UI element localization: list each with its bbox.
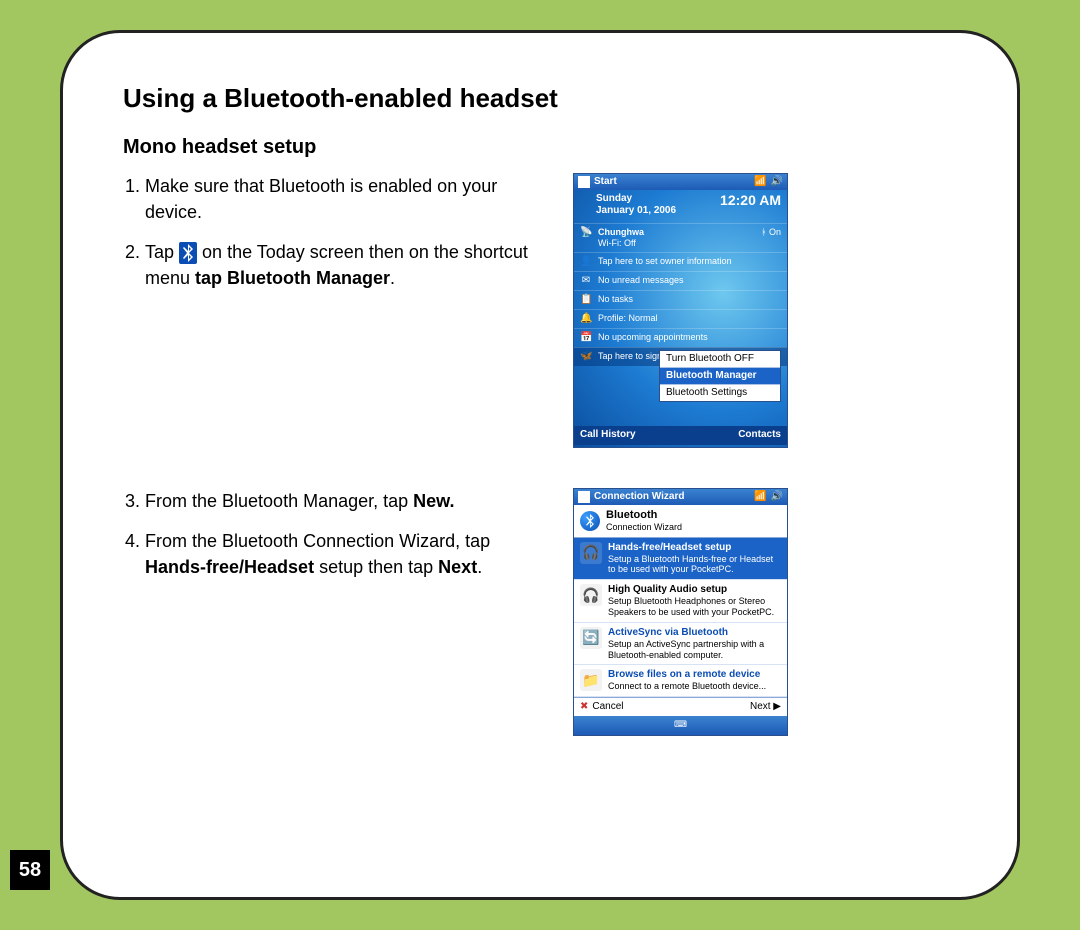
- wizard-header-title: Bluetooth: [606, 509, 682, 522]
- step-4-bold-1: Hands-free/Headset: [145, 557, 314, 577]
- wizard-item-hqaudio[interactable]: 🎧 High Quality Audio setup Setup Bluetoo…: [574, 580, 787, 623]
- wizard-hq-title: High Quality Audio setup: [608, 584, 781, 596]
- section-title: Mono headset setup: [123, 136, 957, 159]
- cancel-button[interactable]: Cancel: [580, 701, 624, 713]
- step-1: Make sure that Bluetooth is enabled on y…: [145, 173, 543, 225]
- wizard-header-sub: Connection Wizard: [606, 522, 682, 533]
- step-4-text-a: From the Bluetooth Connection Wizard, ta…: [145, 531, 490, 551]
- screenshot-today-screen: ⊞ Start 📶 🔊 Sunday January 01, 2006 12:2…: [573, 173, 788, 448]
- today-time: 12:20 AM: [720, 192, 781, 209]
- step-2-text-a: Tap: [145, 242, 179, 262]
- step-3-text: From the Bluetooth Manager, tap: [145, 491, 413, 511]
- titlebar-label-2: Connection Wizard: [594, 491, 684, 503]
- wizard-hf-title: Hands-free/Headset setup: [608, 542, 781, 554]
- wizard-as-desc: Setup an ActiveSync partnership with a B…: [608, 639, 781, 661]
- screenshot-connection-wizard: ⊞ Connection Wizard 📶 🔊 Bluetooth: [573, 488, 788, 736]
- windows-icon: ⊞: [578, 491, 590, 503]
- wizard-hf-desc: Setup a Bluetooth Hands-free or Headset …: [608, 554, 781, 576]
- owner-row: Tap here to set owner information: [598, 256, 732, 267]
- keyboard-icon[interactable]: ⌨: [674, 719, 687, 729]
- page-title: Using a Bluetooth-enabled headset: [123, 83, 957, 114]
- step-3-bold: New.: [413, 491, 454, 511]
- bluetooth-status-icon: ᚼ: [761, 227, 766, 237]
- tasks-row: No tasks: [598, 294, 633, 305]
- step-4-text-end: .: [477, 557, 482, 577]
- signal-icon: 📶: [754, 176, 766, 188]
- wizard-item-activesync[interactable]: 🔄 ActiveSync via Bluetooth Setup an Acti…: [574, 623, 787, 666]
- bluetooth-logo-icon: [580, 511, 600, 531]
- step-2-bold: tap Bluetooth Manager: [195, 268, 390, 288]
- calendar-icon: 📅: [580, 332, 592, 344]
- wizard-br-title: Browse files on a remote device: [608, 669, 766, 681]
- bluetooth-icon: [179, 242, 197, 264]
- step-4-text-mid: setup then tap: [319, 557, 438, 577]
- softkey-right[interactable]: Contacts: [738, 429, 781, 441]
- step-4-bold-2: Next: [438, 557, 477, 577]
- step-2-text-c: .: [390, 268, 395, 288]
- next-button[interactable]: Next ▶: [750, 701, 781, 713]
- appointments-row: No upcoming appointments: [598, 332, 708, 343]
- folder-icon: 📁: [580, 669, 602, 691]
- volume-icon: 🔊: [771, 491, 783, 503]
- wifi-status: Wi-Fi: Off: [598, 238, 755, 249]
- wizard-item-browse[interactable]: 📁 Browse files on a remote device Connec…: [574, 665, 787, 697]
- headset-icon: 🎧: [580, 542, 602, 564]
- step-2: Tap on the Today screen then on the shor…: [145, 239, 543, 291]
- messages-row: No unread messages: [598, 275, 684, 286]
- sync-icon: 🔄: [580, 627, 602, 649]
- step-4: From the Bluetooth Connection Wizard, ta…: [145, 528, 543, 580]
- wizard-hq-desc: Setup Bluetooth Headphones or Stereo Spe…: [608, 596, 781, 618]
- msn-icon: 🦋: [580, 351, 592, 363]
- page-number: 58: [10, 850, 50, 890]
- headphones-icon: 🎧: [580, 584, 602, 606]
- bluetooth-popup-menu: Turn Bluetooth OFF Bluetooth Manager Blu…: [659, 350, 781, 402]
- carrier-icon: 📡: [580, 227, 592, 239]
- wizard-item-handsfree[interactable]: 🎧 Hands-free/Headset setup Setup a Bluet…: [574, 538, 787, 581]
- step-3: From the Bluetooth Manager, tap New.: [145, 488, 543, 514]
- messages-icon: ✉: [580, 275, 592, 287]
- tasks-icon: 📋: [580, 294, 592, 306]
- bluetooth-status: On: [769, 227, 781, 237]
- wizard-as-title: ActiveSync via Bluetooth: [608, 627, 781, 639]
- windows-icon: ⊞: [578, 176, 590, 188]
- popup-bluetooth-manager[interactable]: Bluetooth Manager: [660, 368, 780, 385]
- softkey-left[interactable]: Call History: [580, 429, 636, 441]
- owner-icon: 👤: [580, 256, 592, 268]
- popup-turn-off[interactable]: Turn Bluetooth OFF: [660, 351, 780, 368]
- titlebar-label: Start: [594, 176, 617, 188]
- signal-icon: 📶: [754, 491, 766, 503]
- volume-icon: 🔊: [771, 176, 783, 188]
- popup-bluetooth-settings[interactable]: Bluetooth Settings: [660, 385, 780, 401]
- wizard-br-desc: Connect to a remote Bluetooth device...: [608, 681, 766, 692]
- carrier-name: Chunghwa: [598, 227, 755, 238]
- profile-row: Profile: Normal: [598, 313, 658, 324]
- profile-icon: 🔔: [580, 313, 592, 325]
